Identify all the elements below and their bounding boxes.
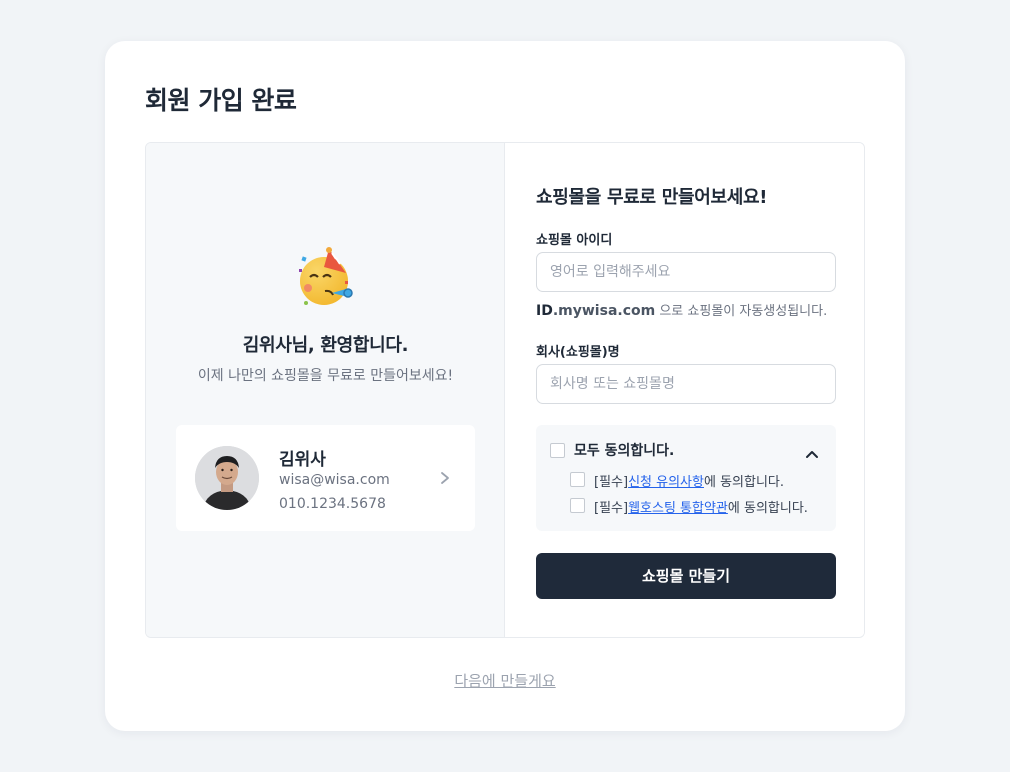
hint-id: ID [536,303,553,319]
agree-notice-checkbox[interactable] [570,472,585,487]
agree-terms-suffix: 에 동의합니다. [727,501,808,516]
mall-id-input[interactable] [536,252,836,292]
agree-notice-prefix: [필수] [594,475,629,490]
profile-name: 김위사 [279,450,326,470]
mall-id-label: 쇼핑몰 아이디 [536,233,613,248]
welcome-heading: 김위사님, 환영합니다. [242,335,409,356]
form-title: 쇼핑몰을 무료로 만들어보세요! [536,187,768,208]
agree-notice-link[interactable]: 신청 유의사항 [628,475,704,490]
agree-terms-link[interactable]: 웹호스팅 통합약관 [628,501,728,516]
company-label: 회사(쇼핑몰)명 [536,345,620,360]
agree-terms-item: [필수]웹호스팅 통합약관에 동의합니다. [594,497,808,516]
page-title: 회원 가입 완료 [145,86,297,115]
profile-card[interactable]: 김위사 wisa@wisa.com 010.1234.5678 [176,425,475,531]
profile-phone: 010.1234.5678 [279,496,386,512]
main-panel: 김위사님, 환영합니다. 이제 나만의 쇼핑몰을 무료로 만들어보세요! 김위사… [145,142,865,638]
agree-terms-prefix: [필수] [594,501,629,516]
create-mall-button[interactable]: 쇼핑몰 만들기 [536,553,836,599]
signup-complete-card: 회원 가입 완료 김위사님, 환영합니다. 이제 나만의 쇼핑몰을 무료로 만들… [105,41,905,731]
agree-notice-suffix: 에 동의합니다. [703,475,785,490]
welcome-section: 김위사님, 환영합니다. 이제 나만의 쇼핑몰을 무료로 만들어보세요! 김위사… [146,143,505,637]
hint-text: 으로 쇼핑몰이 자동생성됩니다. [655,304,828,319]
profile-email: wisa@wisa.com [279,472,390,488]
agree-all-label[interactable]: 모두 동의합니다. [574,440,674,460]
party-face-icon [296,247,358,309]
chevron-up-icon[interactable] [805,444,819,458]
company-name-input[interactable] [536,364,836,404]
mall-id-hint: ID.mywisa.com 으로 쇼핑몰이 자동생성됩니다. [536,300,827,319]
welcome-subtext: 이제 나만의 쇼핑몰을 무료로 만들어보세요! [197,368,454,384]
agreement-box: 모두 동의합니다. [필수]신청 유의사항에 동의합니다. [필수]웹호스팅 통… [536,425,836,531]
create-mall-form: 쇼핑몰을 무료로 만들어보세요! 쇼핑몰 아이디 ID.mywisa.com 으… [506,143,864,637]
chevron-right-icon[interactable] [438,470,452,484]
hint-domain: .mywisa.com [552,303,656,319]
create-later-link[interactable]: 다음에 만들게요 [105,670,905,691]
agree-all-checkbox[interactable] [550,443,565,458]
agree-terms-checkbox[interactable] [570,498,585,513]
avatar [195,446,259,510]
agree-notice-item: [필수]신청 유의사항에 동의합니다. [594,471,784,490]
